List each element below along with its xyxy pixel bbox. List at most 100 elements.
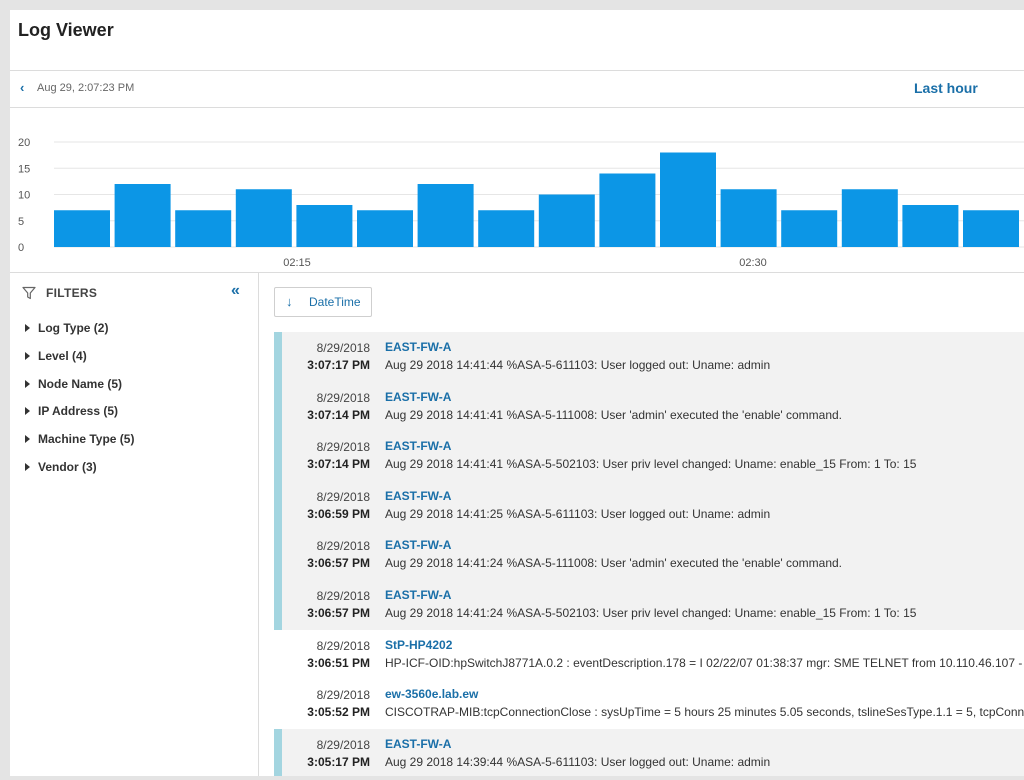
funnel-icon <box>22 286 36 300</box>
chart-bar[interactable] <box>235 189 292 247</box>
row-severity-marker <box>274 480 282 531</box>
chart-bar[interactable] <box>54 210 110 247</box>
window-frame-left <box>0 0 10 780</box>
x-tick-label: 02:15 <box>283 257 311 269</box>
filter-item-label: Log Type (2) <box>38 321 109 335</box>
chart-bar[interactable] <box>175 210 232 247</box>
filter-item[interactable]: Vendor (3) <box>25 460 134 488</box>
log-date: 8/29/2018 <box>316 588 370 603</box>
chart-bar[interactable] <box>599 173 656 248</box>
log-node-name[interactable]: EAST-FW-A <box>385 588 451 602</box>
filter-item-label: Machine Type (5) <box>38 432 135 447</box>
page-title: Log Viewer <box>18 20 114 40</box>
log-message: Aug 29 2018 14:41:44 %ASA-5-611103: User… <box>385 358 771 372</box>
caret-right-icon <box>25 351 30 360</box>
row-severity-marker <box>274 381 282 432</box>
log-row[interactable]: 8/29/2018 3:06:59 PM EAST-FW-A Aug 29 2018 … <box>274 480 1024 531</box>
log-row[interactable]: 8/29/2018 3:06:57 PM EAST-FW-A Aug 29 2018 … <box>274 579 1024 630</box>
log-list-panel: ↓ DateTime 8/29/2018 3:07:17 PM EAST-FW-A A… <box>259 273 1024 776</box>
y-tick-label: 15 <box>18 163 30 175</box>
log-time: 3:07:14 PM <box>307 457 370 472</box>
log-row[interactable]: 8/29/2018 3:05:52 PM ew-3560e.lab.ew CISCOT… <box>274 679 1024 729</box>
chart-bar[interactable] <box>720 189 777 247</box>
log-volume-chart-svg: 20 15 10 5 0 02:15 02:30 <box>18 137 1024 269</box>
chart-bar[interactable] <box>296 205 353 247</box>
log-time: 3:06:59 PM <box>307 506 370 521</box>
filter-item[interactable]: IP Address (5) <box>25 404 134 432</box>
log-time: 3:06:57 PM <box>307 605 370 620</box>
y-tick-label: 20 <box>18 137 30 149</box>
log-date: 8/29/2018 <box>316 737 370 752</box>
chevron-left-icon[interactable]: ‹ <box>20 80 34 96</box>
log-message: Aug 29 2018 14:41:24 %ASA-5-111008: User… <box>385 556 843 571</box>
log-row[interactable]: 8/29/2018 3:06:51 PM StP-HP4202 HP-ICF-OID:… <box>274 630 1024 680</box>
log-rows: 8/29/2018 3:07:17 PM EAST-FW-A Aug 29 2018 … <box>274 332 1024 776</box>
log-node-name[interactable]: EAST-FW-A <box>385 538 451 552</box>
log-row[interactable]: 8/29/2018 3:06:57 PM EAST-FW-A Aug 29 2018 … <box>274 530 1024 580</box>
x-tick-label: 02:30 <box>739 257 767 269</box>
log-message: Aug 29 2018 14:41:24 %ASA-5-502103: User… <box>385 605 917 620</box>
time-navigation-bar: ‹ Aug 29, 2:07:23 PM Last hour <box>10 71 1024 108</box>
filter-item-label: Level (4) <box>38 348 87 363</box>
filters-title: FILTERS <box>46 286 98 300</box>
y-tick-label: 10 <box>18 190 30 202</box>
log-row[interactable]: 8/29/2018 3:05:17 PM EAST-FW-A Aug 29 2018 … <box>274 728 1024 776</box>
filter-item-label: Node Name (5) <box>38 376 123 391</box>
time-range-selector[interactable]: Last hour <box>914 80 978 96</box>
log-date: 8/29/2018 <box>316 688 370 703</box>
log-time: 3:06:51 PM <box>307 655 370 670</box>
caret-right-icon <box>25 324 30 332</box>
log-message: Aug 29 2018 14:41:41 %ASA-5-502103: User… <box>385 457 917 472</box>
filter-item[interactable]: Node Name (5) <box>25 377 134 405</box>
log-volume-chart: 20 15 10 5 0 02:15 02:30 <box>10 108 1024 273</box>
caret-right-icon <box>25 462 30 471</box>
log-date: 8/29/2018 <box>316 390 370 405</box>
chart-bar[interactable] <box>660 152 716 248</box>
log-node-name[interactable]: EAST-FW-A <box>385 489 451 503</box>
chart-bar[interactable] <box>781 210 838 247</box>
caret-right-icon <box>25 435 30 444</box>
log-message: Aug 29 2018 14:39:44 %ASA-5-611103: User… <box>385 754 771 769</box>
log-message: Aug 29 2018 14:41:41 %ASA-5-111008: User… <box>385 407 843 422</box>
log-node-name[interactable]: EAST-FW-A <box>385 340 451 354</box>
filter-item[interactable]: Machine Type (5) <box>25 432 134 460</box>
y-tick-label: 0 <box>18 242 24 254</box>
chart-bar[interactable] <box>538 194 595 248</box>
filter-list: Log Type (2) Level (4) Node Name (5) IP Add… <box>25 321 134 488</box>
log-time: 3:05:17 PM <box>307 754 370 769</box>
collapse-sidebar-icon[interactable]: « <box>231 283 240 299</box>
chart-bar[interactable] <box>357 210 413 247</box>
chart-bar[interactable] <box>417 184 474 247</box>
chart-bar[interactable] <box>841 189 898 247</box>
row-severity-marker <box>274 579 282 630</box>
row-severity-marker <box>274 728 282 776</box>
log-node-name[interactable]: EAST-FW-A <box>385 390 451 404</box>
log-date: 8/29/2018 <box>316 440 370 455</box>
chart-bar[interactable] <box>902 205 959 247</box>
log-row[interactable]: 8/29/2018 3:07:14 PM EAST-FW-A Aug 29 2018 … <box>274 381 1024 432</box>
caret-right-icon <box>25 379 30 388</box>
filter-item-label: Vendor (3) <box>38 459 97 474</box>
log-node-name[interactable]: ew-3560e.lab.ew <box>385 687 478 701</box>
row-severity-marker <box>274 431 282 481</box>
log-row[interactable]: 8/29/2018 3:07:17 PM EAST-FW-A Aug 29 2018 … <box>274 332 1024 382</box>
filters-sidebar: FILTERS « Log Type (2) Level (4) Node Name… <box>10 273 259 776</box>
filter-item[interactable]: Log Type (2) <box>25 321 134 349</box>
sort-datetime-button[interactable]: ↓ DateTime <box>274 287 372 317</box>
log-time: 3:06:57 PM <box>307 556 370 571</box>
log-node-name[interactable]: EAST-FW-A <box>385 737 451 751</box>
caret-right-icon <box>25 407 30 416</box>
filter-item[interactable]: Level (4) <box>25 349 134 377</box>
log-row[interactable]: 8/29/2018 3:07:14 PM EAST-FW-A Aug 29 2018 … <box>274 431 1024 481</box>
y-tick-label: 5 <box>18 216 24 228</box>
row-severity-marker <box>274 332 282 382</box>
arrow-down-icon: ↓ <box>286 294 293 309</box>
chart-bar[interactable] <box>478 210 535 247</box>
chart-bar[interactable] <box>114 184 171 247</box>
page-header: Log Viewer <box>10 10 1024 71</box>
log-node-name[interactable]: EAST-FW-A <box>385 439 451 453</box>
chart-bar[interactable] <box>963 210 1019 247</box>
row-severity-marker <box>274 530 282 580</box>
log-message: HP-ICF-OID:hpSwitchJ8771A.0.2 : eventDes… <box>385 655 1023 670</box>
log-node-name[interactable]: StP-HP4202 <box>385 638 452 652</box>
